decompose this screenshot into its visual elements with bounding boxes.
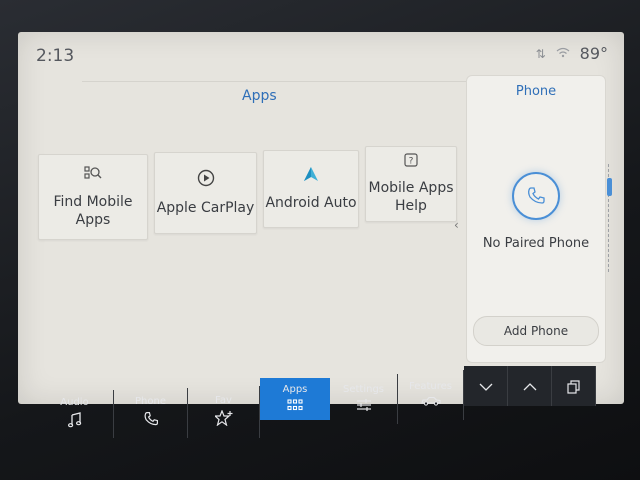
phone-icon [528, 187, 545, 204]
outside-temperature: 89° [579, 44, 608, 63]
chevron-down-button[interactable] [464, 366, 508, 406]
music-note-icon [67, 412, 82, 431]
tile-label: Android Auto [265, 195, 357, 211]
nav-features[interactable]: Features [398, 370, 464, 420]
car-icon [420, 396, 441, 409]
scrollbar-thumb[interactable] [607, 178, 612, 196]
touchscreen: 2:13 ⇅ 89° Apps Find Mobile Apps Apple C… [18, 32, 624, 404]
status-bar-right: ⇅ 89° [536, 44, 608, 63]
nav-label: Features [409, 381, 452, 392]
tile-label: Apple CarPlay [156, 200, 255, 216]
phone-panel: Phone No Paired Phone Add Phone [466, 75, 606, 363]
add-phone-button[interactable]: Add Phone [473, 316, 599, 346]
nav-label: Fav [215, 395, 232, 406]
bottom-nav-bar: Audio Phone Fav Apps Settings Features [36, 366, 608, 438]
recent-apps-button[interactable] [552, 366, 596, 406]
wifi-icon [556, 47, 570, 61]
chevron-down-icon [479, 383, 493, 394]
no-paired-phone-text: No Paired Phone [482, 236, 590, 251]
android-auto-tile[interactable]: Android Auto [263, 150, 359, 228]
grid-icon [287, 399, 303, 414]
phone-status-icon [512, 172, 560, 220]
tile-label: Mobile Apps Help [368, 180, 454, 214]
apps-grid: Find Mobile Apps Apple CarPlay Android A… [38, 146, 457, 240]
nav-label: Audio [60, 397, 89, 408]
page-title: Apps [242, 88, 277, 104]
header-divider [82, 81, 482, 82]
carplay-icon [197, 169, 215, 193]
help-icon: ? [404, 153, 418, 173]
phone-icon [143, 411, 159, 430]
signal-icon: ⇅ [535, 46, 546, 61]
phone-panel-title: Phone [515, 84, 557, 99]
android-auto-icon [303, 166, 319, 188]
svg-text:?: ? [409, 156, 414, 166]
nav-settings[interactable]: Settings [330, 374, 398, 424]
mobile-apps-help-tile[interactable]: ? Mobile Apps Help [365, 146, 457, 222]
nav-phone[interactable]: Phone [114, 388, 188, 438]
chevron-left-icon[interactable]: ‹ [454, 218, 459, 232]
nav-fav[interactable]: Fav [188, 386, 260, 438]
nav-audio[interactable]: Audio [36, 390, 114, 438]
star-plus-icon [212, 409, 233, 429]
tile-label: Find Mobile Apps [53, 194, 133, 228]
find-mobile-apps-tile[interactable]: Find Mobile Apps [38, 154, 148, 240]
recent-apps-icon [566, 379, 581, 397]
nav-label: Apps [282, 384, 308, 395]
clock: 2:13 [36, 46, 75, 66]
apple-carplay-tile[interactable]: Apple CarPlay [154, 152, 257, 234]
search-apps-icon [84, 165, 102, 187]
nav-label: Phone [135, 396, 166, 407]
nav-apps[interactable]: Apps [260, 378, 330, 420]
sliders-icon [356, 399, 372, 414]
nav-label: Settings [342, 384, 384, 395]
chevron-up-icon [523, 382, 537, 394]
chevron-up-button[interactable] [508, 366, 552, 406]
